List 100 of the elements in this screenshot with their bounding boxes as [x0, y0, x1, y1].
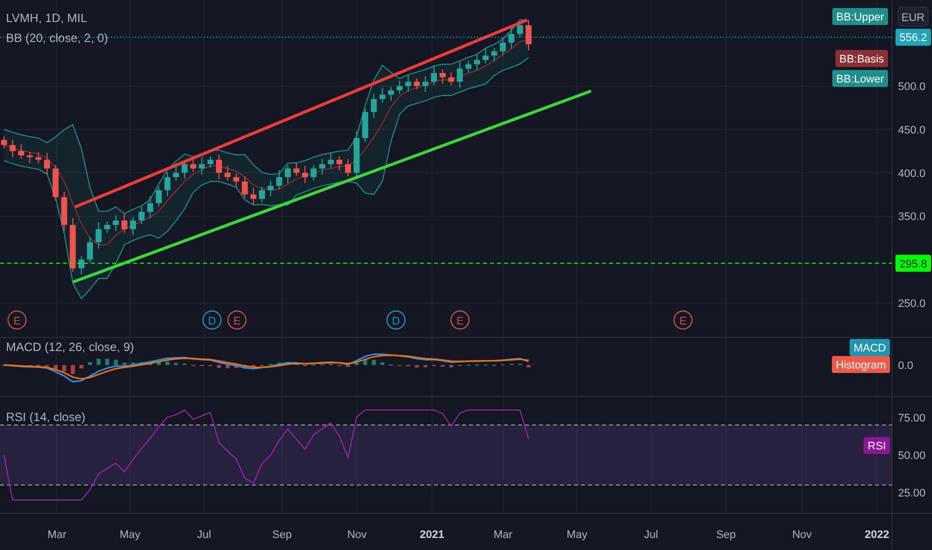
candle — [328, 152, 334, 168]
candle — [173, 165, 179, 182]
candle — [405, 74, 412, 93]
candle — [61, 191, 68, 232]
time-axis-label: Jul — [196, 529, 212, 541]
candle — [112, 214, 119, 232]
candle — [310, 164, 317, 182]
earnings-marker: E — [7, 310, 27, 330]
price-axis-label: 250.0 — [898, 298, 926, 310]
candle — [147, 196, 154, 218]
price-axis-label: 450.0 — [898, 124, 926, 136]
candle — [319, 158, 326, 176]
candle — [500, 36, 506, 56]
candle — [293, 162, 300, 177]
rsi-axis-label: 50.00 — [898, 450, 926, 462]
candle — [224, 165, 231, 182]
time-axis-label: Nov — [792, 529, 812, 541]
candle — [268, 180, 274, 197]
candle — [302, 165, 308, 184]
candle — [250, 187, 256, 206]
candle — [276, 170, 282, 190]
candle — [474, 54, 480, 71]
currency-label: EUR — [898, 6, 928, 26]
earnings-marker: E — [227, 310, 247, 330]
candle — [18, 144, 24, 160]
candle — [70, 217, 76, 272]
candle — [465, 60, 472, 73]
candle — [207, 156, 214, 168]
earnings-marker: E — [450, 310, 470, 330]
candle — [10, 139, 16, 158]
candle — [362, 108, 368, 142]
time-axis-label: Mar — [494, 529, 512, 541]
candle — [491, 47, 498, 62]
price-label: 295.8 — [895, 254, 931, 272]
price-axis-label: 400.0 — [898, 168, 926, 180]
candle — [121, 213, 128, 234]
candle — [138, 206, 145, 224]
indicator-badge: RSI — [864, 437, 890, 454]
time-axis-label: Sep — [272, 529, 292, 541]
rsi-axis-label: 25.00 — [898, 488, 926, 500]
candle — [431, 66, 437, 86]
candle — [422, 76, 428, 93]
time-axis-label: Nov — [347, 529, 367, 541]
candle — [198, 156, 205, 176]
dividend-marker: D — [202, 310, 222, 330]
time-axis-label: Sep — [716, 529, 736, 541]
candle — [87, 236, 93, 264]
macd-legend: MACD (12, 26, close, 9) — [6, 340, 134, 354]
time-axis-label: 2022 — [864, 529, 890, 541]
candle — [345, 158, 351, 177]
candle — [379, 87, 386, 103]
indicator-legend: BB (20, close, 2, 0) — [6, 31, 108, 45]
candle — [242, 176, 248, 198]
symbol-title: LVMH, 1D, MIL — [6, 11, 88, 25]
candle — [388, 86, 394, 102]
dividend-marker: D — [386, 310, 406, 330]
candle — [526, 20, 532, 51]
candle — [233, 173, 240, 188]
candle — [96, 222, 102, 249]
candle — [156, 186, 162, 208]
candle — [396, 80, 403, 94]
candle — [35, 151, 42, 164]
candle — [52, 164, 59, 202]
candle — [182, 160, 188, 180]
rsi-axis-label: 75.00 — [898, 412, 926, 424]
candle — [370, 93, 377, 119]
indicator-badge: BB:Lower — [832, 70, 888, 87]
candle — [414, 78, 420, 90]
candle — [336, 156, 342, 171]
time-axis-label: May — [566, 529, 588, 541]
indicator-badge: MACD — [850, 339, 890, 356]
price-axis-label: 500.0 — [898, 81, 926, 93]
candle — [26, 151, 33, 164]
macd-axis-label: 0.0 — [898, 360, 914, 372]
candle — [482, 48, 489, 64]
candle — [508, 26, 514, 50]
candle — [78, 256, 84, 275]
earnings-marker: E — [673, 310, 693, 330]
time-axis-label: Mar — [48, 529, 66, 541]
candle — [284, 164, 291, 184]
indicator-badge: Histogram — [832, 356, 890, 373]
candle — [44, 152, 50, 176]
candle — [216, 154, 222, 180]
candle — [1, 136, 7, 149]
time-axis-label: Jul — [644, 529, 658, 541]
candle — [456, 61, 463, 88]
rsi-legend: RSI (14, close) — [6, 410, 86, 424]
candle — [440, 69, 446, 84]
candle — [164, 171, 170, 197]
candle — [259, 186, 265, 203]
candle — [104, 220, 110, 234]
candle — [190, 158, 196, 172]
indicator-badge: BB:Upper — [832, 8, 888, 25]
indicator-badge: BB:Basis — [835, 50, 888, 67]
time-axis-label: 2021 — [420, 529, 444, 541]
price-axis-label: 350.0 — [898, 211, 926, 224]
candle — [130, 216, 136, 236]
candle — [448, 72, 454, 86]
price-label: 556.2 — [895, 28, 931, 46]
time-axis-label: May — [120, 529, 140, 541]
